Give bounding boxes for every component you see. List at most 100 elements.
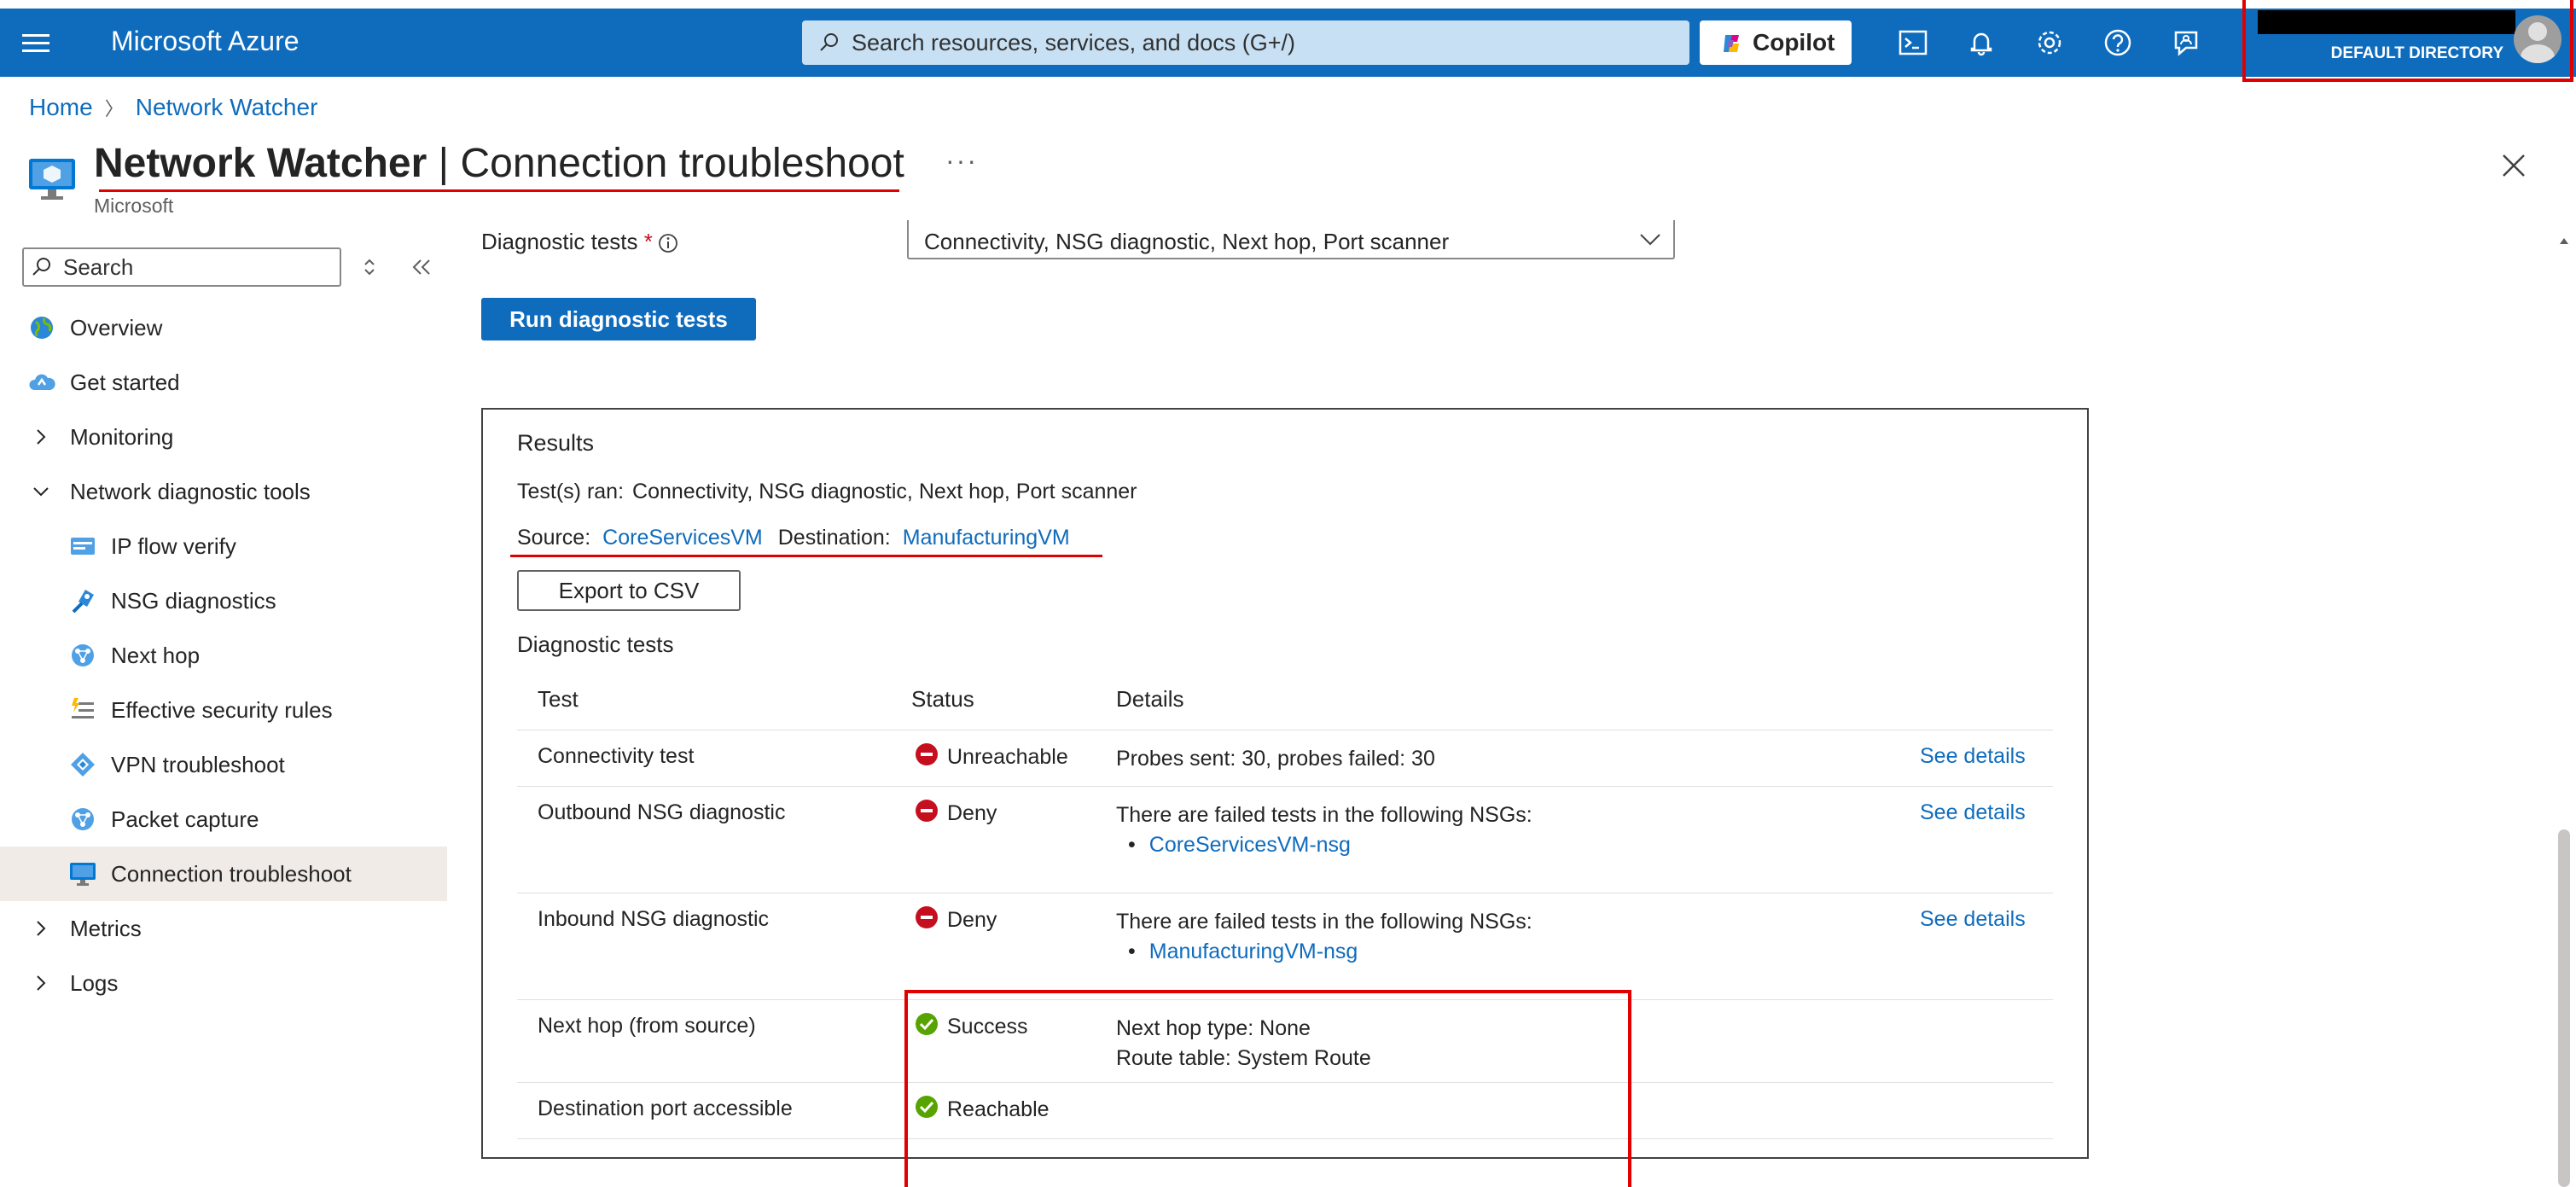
chevron-right-icon (37, 975, 46, 991)
ip-flow-icon (71, 538, 95, 555)
help-icon[interactable] (2101, 26, 2135, 60)
close-icon[interactable] (2498, 150, 2529, 181)
results-title: Results (517, 430, 595, 456)
copilot-icon (1724, 35, 1739, 52)
page-title-service: Network Watcher (94, 141, 427, 186)
expand-collapse-icon[interactable] (358, 256, 381, 278)
source-destination: Source: CoreServicesVM Destination: Manufac… (517, 526, 1085, 550)
sidebar-item-label: Network diagnostic tools (70, 479, 311, 504)
table-row: Inbound NSG diagnostic Deny There are fa… (517, 893, 2053, 1000)
list-item: CoreServicesVM-nsg (1128, 830, 1532, 860)
run-diagnostic-tests-button[interactable]: Run diagnostic tests (481, 298, 756, 340)
diagnostic-tests-label: Diagnostic tests * (481, 229, 653, 255)
gear-icon[interactable] (2032, 26, 2067, 60)
diagnostic-tests-dropdown[interactable]: Connectivity, NSG diagnostic, Next hop, … (907, 220, 1675, 259)
tests-ran-label: Test(s) ran: (517, 480, 625, 503)
column-header-details: Details (1116, 686, 1184, 712)
cloud-icon (29, 374, 55, 390)
collapse-sidebar-icon[interactable] (410, 256, 433, 278)
details-cell: There are failed tests in the following … (1116, 907, 1532, 967)
cloud-shell-icon[interactable] (1896, 26, 1930, 60)
scrollbar-thumb[interactable] (2558, 829, 2570, 1187)
failed-tests-annotation-box (904, 990, 1631, 1187)
sidebar-item-effective-security-rules[interactable]: Effective security rules (0, 683, 447, 737)
nsg-list: CoreServicesVM-nsg (1128, 830, 1532, 860)
source-annotation-underline (510, 555, 1102, 557)
source-label: Source: (517, 526, 591, 550)
status-cell: Deny (915, 905, 997, 933)
chevron-right-icon (37, 429, 46, 445)
sidebar-item-label: IP flow verify (111, 533, 236, 559)
search-icon (820, 33, 838, 51)
sidebar-search-input[interactable] (63, 254, 328, 280)
sidebar-item-metrics[interactable]: Metrics (0, 901, 447, 956)
page-subtitle: Microsoft (94, 195, 174, 217)
column-header-status: Status (911, 686, 974, 712)
destination-link[interactable]: ManufacturingVM (903, 526, 1070, 550)
info-icon[interactable] (657, 232, 679, 254)
diagnostic-results-table: Test Status Details Connectivity test Un… (517, 674, 2053, 1187)
sidebar-item-label: Logs (70, 970, 119, 996)
see-details-link[interactable]: See details (1920, 907, 2026, 932)
copilot-button[interactable]: Copilot (1700, 20, 1852, 65)
global-search-input[interactable] (852, 27, 1671, 58)
sidebar-item-overview[interactable]: Overview (0, 300, 447, 355)
results-panel: Results Test(s) ran: Connectivity, NSG di… (481, 408, 2089, 1187)
required-marker: * (643, 229, 653, 254)
sidebar-item-get-started[interactable]: Get started (0, 355, 447, 410)
tests-ran-value: Connectivity, NSG diagnostic, Next hop, … (632, 480, 1137, 503)
sidebar-item-monitoring[interactable]: Monitoring (0, 410, 447, 464)
top-bar: Microsoft Azure Copilot (0, 9, 2576, 77)
sidebar-item-ip-flow-verify[interactable]: IP flow verify (0, 519, 447, 573)
sidebar-item-logs[interactable]: Logs (0, 956, 447, 1010)
export-csv-button[interactable]: Export to CSV (517, 570, 741, 611)
connection-troubleshoot-icon (29, 159, 75, 200)
brand-title[interactable]: Microsoft Azure (111, 26, 299, 57)
sidebar-item-label: Metrics (70, 916, 142, 941)
sidebar-item-label: Overview (70, 315, 163, 340)
scroll-up-icon[interactable] (2558, 236, 2570, 247)
sidebar-item-label: Connection troubleshoot (111, 861, 352, 887)
error-icon (916, 800, 938, 822)
details-cell: Probes sent: 30, probes failed: 30 (1116, 747, 1435, 771)
feedback-icon[interactable] (2169, 26, 2203, 60)
sidebar-nav: Overview Get started Monitoring Network … (0, 300, 447, 1010)
table-header: Test Status Details (517, 674, 2053, 730)
status-cell: Deny (915, 799, 997, 826)
avatar[interactable] (2514, 15, 2561, 63)
more-actions-button[interactable]: ··· (945, 145, 978, 177)
sidebar-item-nsg-diagnostics[interactable]: NSG diagnostics (0, 573, 447, 628)
monitor-icon (70, 863, 96, 886)
error-icon (916, 743, 938, 765)
sidebar-item-label: Next hop (111, 643, 201, 668)
breadcrumb-network-watcher[interactable]: Network Watcher (136, 94, 318, 120)
globe-icon (31, 317, 53, 339)
page-title-blade: | Connection troubleshoot (427, 141, 904, 186)
test-name: Inbound NSG diagnostic (538, 907, 770, 931)
sidebar-item-network-diagnostic-tools[interactable]: Network diagnostic tools (0, 464, 447, 519)
bell-icon[interactable] (1964, 26, 1998, 60)
sidebar-item-label: VPN troubleshoot (111, 752, 285, 777)
account-menu[interactable]: DEFAULT DIRECTORY (2242, 0, 2573, 82)
diagnostic-tests-label-text: Diagnostic tests (481, 229, 638, 254)
nsg-link[interactable]: CoreServicesVM-nsg (1149, 833, 1351, 857)
nsg-link[interactable]: ManufacturingVM-nsg (1149, 940, 1358, 963)
sidebar-item-vpn-troubleshoot[interactable]: VPN troubleshoot (0, 737, 447, 792)
details-text: There are failed tests in the following … (1116, 803, 1532, 827)
vpn-icon (71, 753, 95, 777)
list-item: ManufacturingVM-nsg (1128, 937, 1532, 967)
title-annotation-underline (99, 189, 899, 192)
sidebar-item-next-hop[interactable]: Next hop (0, 628, 447, 683)
breadcrumb-home[interactable]: Home (29, 94, 93, 120)
source-link[interactable]: CoreServicesVM (602, 526, 763, 550)
sidebar-item-connection-troubleshoot[interactable]: Connection troubleshoot (0, 847, 447, 901)
redacted-username (2258, 10, 2515, 34)
global-search[interactable] (802, 20, 1689, 65)
network-icon (72, 808, 94, 830)
hamburger-menu-icon[interactable] (22, 29, 49, 56)
sidebar-item-packet-capture[interactable]: Packet capture (0, 792, 447, 847)
diagnostic-tests-selected: Connectivity, NSG diagnostic, Next hop, … (924, 229, 1450, 254)
see-details-link[interactable]: See details (1920, 800, 2026, 825)
sidebar-search[interactable] (22, 247, 341, 287)
see-details-link[interactable]: See details (1920, 744, 2026, 769)
